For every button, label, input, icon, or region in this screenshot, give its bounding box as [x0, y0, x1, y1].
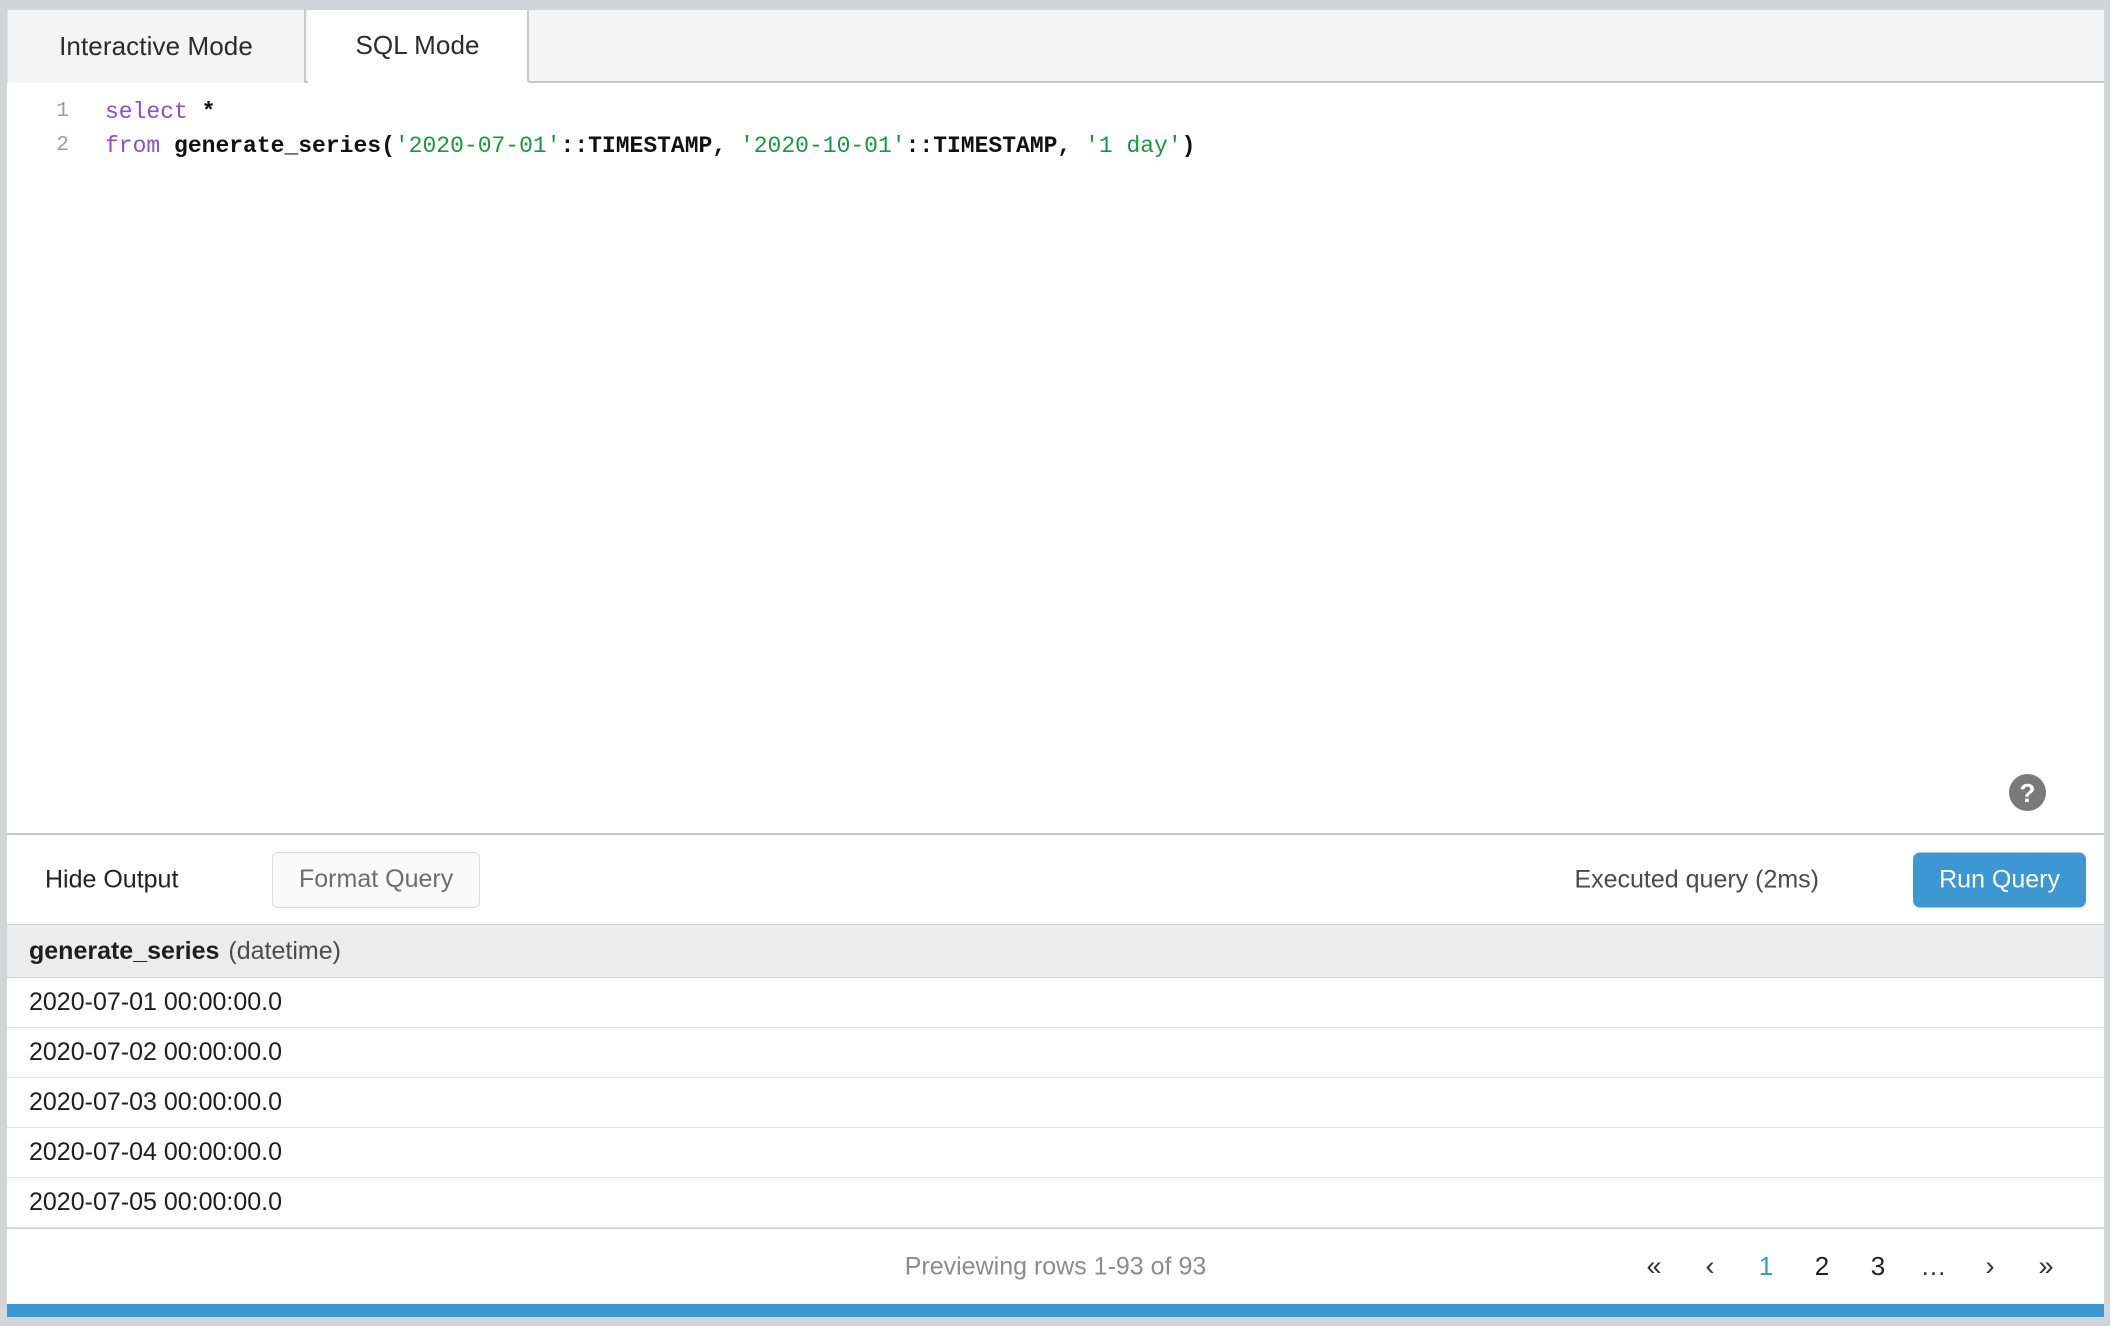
table-row[interactable]: 2020-07-01 00:00:00.0 — [7, 978, 2104, 1028]
code-line[interactable]: 1 select * — [7, 95, 2104, 129]
bottom-accent-bar — [7, 1304, 2104, 1317]
code-token-fn: ::TIMESTAMP, — [560, 133, 740, 159]
table-row[interactable]: 2020-07-05 00:00:00.0 — [7, 1178, 2104, 1228]
table-cell: 2020-07-05 00:00:00.0 — [29, 1188, 282, 1216]
next-page-button[interactable]: › — [1962, 1245, 2018, 1289]
table-cell: 2020-07-01 00:00:00.0 — [29, 988, 282, 1016]
table-cell: 2020-07-04 00:00:00.0 — [29, 1138, 282, 1166]
code-token-fn: ::TIMESTAMP, — [905, 133, 1086, 159]
page-3-button[interactable]: 3 — [1850, 1245, 1906, 1289]
code-token-kw: from — [105, 133, 161, 159]
format-query-button[interactable]: Format Query — [272, 851, 481, 908]
output-toolbar: Hide Output Format Query Executed query … — [7, 835, 2104, 925]
page-2-button[interactable]: 2 — [1794, 1245, 1850, 1289]
code-token-fn: generate_series( — [174, 133, 395, 159]
help-circle-icon[interactable]: ? — [2009, 774, 2046, 811]
window-left-rail — [0, 10, 7, 1306]
help-glyph: ? — [2019, 777, 2036, 808]
code-token-fn: ) — [1181, 133, 1196, 159]
table-cell: 2020-07-03 00:00:00.0 — [29, 1088, 282, 1116]
page-ellipsis[interactable]: ... — [1906, 1245, 1962, 1289]
pagination: «‹ 1 2 3... ›» — [1626, 1245, 2074, 1289]
sql-editor[interactable]: 1 select * 2 from generate_series('2020-07-… — [7, 83, 2104, 835]
code-token-str: '2020-10-01' — [739, 133, 906, 159]
window-right-rail — [2104, 10, 2110, 1306]
tab-sql-mode[interactable]: SQL Mode — [308, 10, 529, 83]
results-rows: 2020-07-01 00:00:00.0 2020-07-02 00:00:00… — [7, 978, 2104, 1228]
code-line-text: select * — [105, 95, 215, 129]
column-name: generate_series — [29, 936, 220, 965]
code-token-kw: select — [105, 99, 188, 125]
table-row[interactable]: 2020-07-04 00:00:00.0 — [7, 1128, 2104, 1178]
line-number: 2 — [56, 134, 69, 157]
code-line-text: from generate_series('2020-07-01'::TIMES… — [105, 129, 1195, 163]
results-column-header[interactable]: generate_series (datetime) — [7, 925, 2104, 978]
page-1-button[interactable]: 1 — [1738, 1245, 1794, 1289]
first-page-button[interactable]: « — [1626, 1245, 1682, 1289]
results-table: generate_series (datetime) 2020-07-01 00… — [7, 925, 2104, 1228]
results-footer: Previewing rows 1-93 of 93 «‹ 1 2 3... ›» — [7, 1228, 2104, 1304]
window-bottom-strip — [0, 1317, 2110, 1326]
line-number: 1 — [56, 100, 69, 123]
sql-code-area[interactable]: 1 select * 2 from generate_series('2020-07-… — [7, 95, 2104, 163]
hide-output-button[interactable]: Hide Output — [45, 865, 178, 894]
prev-page-button[interactable]: ‹ — [1682, 1245, 1738, 1289]
table-row[interactable]: 2020-07-02 00:00:00.0 — [7, 1028, 2104, 1078]
tab-sql-mode-label: SQL Mode — [355, 30, 480, 60]
code-token-str: '1 day' — [1085, 133, 1182, 159]
column-type: (datetime) — [228, 936, 341, 965]
code-token-str: '2020-07-01' — [394, 133, 561, 159]
code-token-op: * — [201, 99, 216, 125]
tab-interactive-mode[interactable]: Interactive Mode — [7, 10, 306, 83]
run-query-button[interactable]: Run Query — [1913, 852, 2086, 907]
table-row[interactable]: 2020-07-03 00:00:00.0 — [7, 1078, 2104, 1128]
last-page-button[interactable]: » — [2018, 1245, 2074, 1289]
mode-tab-bar: Interactive Mode SQL Mode — [7, 10, 2104, 83]
preview-rows-text: Previewing rows 1-93 of 93 — [904, 1252, 1207, 1280]
table-cell: 2020-07-02 00:00:00.0 — [29, 1038, 282, 1066]
code-line[interactable]: 2 from generate_series('2020-07-01'::TIME… — [7, 129, 2104, 163]
window-top-strip — [0, 0, 2110, 10]
tab-interactive-mode-label: Interactive Mode — [59, 31, 253, 61]
execution-status: Executed query (2ms) — [1574, 865, 1819, 893]
sql-query-panel: Interactive Mode SQL Mode 1 select * 2 from… — [0, 0, 2110, 1326]
